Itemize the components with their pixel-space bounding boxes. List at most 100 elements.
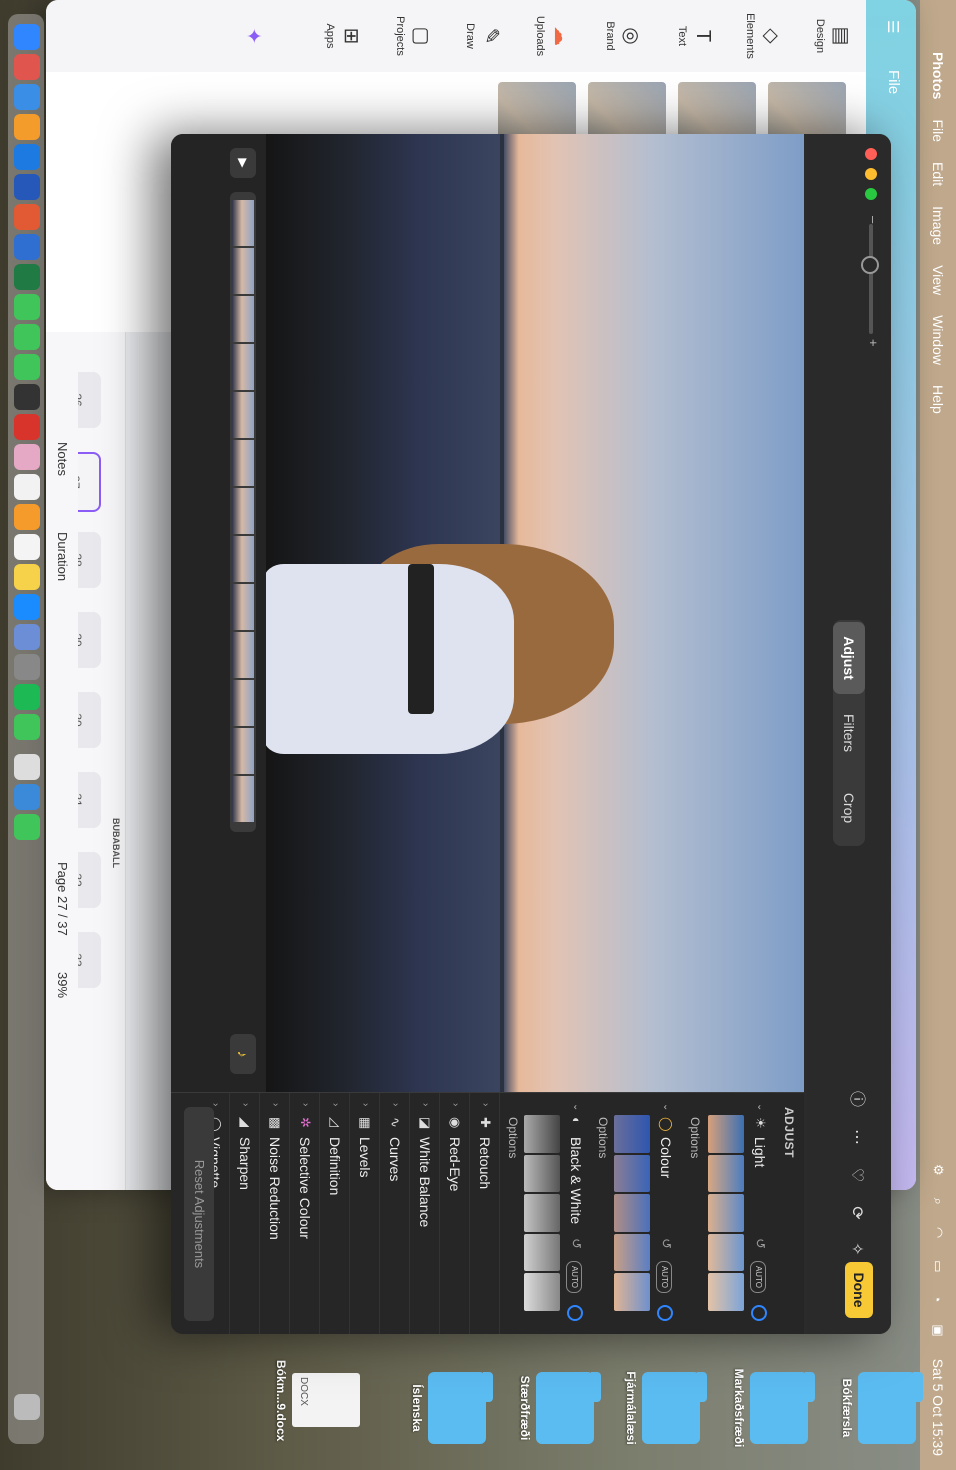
options-toggle[interactable]: Options <box>596 1117 610 1158</box>
light-preview-strip[interactable] <box>708 1115 744 1311</box>
launchpad-icon[interactable] <box>14 54 40 80</box>
spotify-icon[interactable] <box>14 684 40 710</box>
menu-view[interactable]: View <box>930 265 946 295</box>
chevron-down-icon[interactable]: ⌄ <box>661 1103 672 1111</box>
bw-preview-strip[interactable] <box>524 1115 560 1311</box>
outlook-icon[interactable] <box>14 234 40 260</box>
calculator-icon[interactable] <box>14 384 40 410</box>
settings-icon[interactable] <box>14 654 40 680</box>
photo-canvas[interactable] <box>266 134 804 1092</box>
control-center-icon[interactable]: ⚙ <box>930 1164 946 1176</box>
desktop-folder[interactable]: Íslenska <box>410 1368 486 1448</box>
search-icon[interactable]: ⌕ <box>930 1198 946 1205</box>
row-sharpen[interactable]: › ◢ Sharpen <box>229 1093 260 1334</box>
chevron-down-icon[interactable]: ⌄ <box>571 1103 582 1111</box>
favorite-icon[interactable]: ♡ <box>845 1164 867 1186</box>
auto-enhance-icon[interactable]: ✧ <box>845 1238 867 1260</box>
sidebar-item-text[interactable]: T Text <box>676 0 714 72</box>
desktop-folder[interactable]: Bókfærsla <box>840 1368 916 1448</box>
reset-adjustments-button[interactable]: Reset Adjustments <box>184 1107 214 1321</box>
row-retouch[interactable]: › ✚ Retouch <box>469 1093 500 1334</box>
magic-icon[interactable]: ✦ <box>238 0 266 72</box>
phone-icon[interactable] <box>14 354 40 380</box>
zoom-out-icon[interactable]: – <box>866 216 881 223</box>
menu-app-name[interactable]: Photos <box>930 52 946 99</box>
menu-help[interactable]: Help <box>930 385 946 414</box>
sidebar-item-draw[interactable]: ✎ Draw <box>464 0 504 72</box>
reminders-icon[interactable] <box>14 534 40 560</box>
tab-filters[interactable]: Filters <box>833 696 865 770</box>
trash-icon[interactable] <box>14 1394 40 1420</box>
row-white-balance[interactable]: › ◪ White Balance <box>409 1093 440 1334</box>
auto-button[interactable]: AUTO <box>566 1261 582 1293</box>
audio-icon[interactable]: ♪ <box>230 1034 256 1074</box>
menu-file[interactable]: File <box>930 119 946 142</box>
tab-crop[interactable]: Crop <box>833 772 865 844</box>
desktop-doc[interactable]: DOCX Bókm...9.docx <box>274 1360 360 1441</box>
close-button[interactable] <box>865 148 877 160</box>
options-toggle[interactable]: Options <box>688 1117 702 1158</box>
sidebar-item-uploads[interactable]: ☁ Uploads <box>534 0 574 72</box>
notes-button[interactable]: Notes <box>55 442 70 476</box>
mail-icon[interactable] <box>14 84 40 110</box>
row-levels[interactable]: › ▦ Levels <box>349 1093 380 1334</box>
app-store-icon[interactable] <box>14 594 40 620</box>
app-icon[interactable] <box>14 504 40 530</box>
section-label[interactable]: Black & White <box>568 1137 584 1224</box>
canva-file-menu[interactable]: File <box>885 70 902 94</box>
menu-clock[interactable]: Sat 5 Oct 15:39 <box>930 1359 946 1456</box>
app-icon[interactable] <box>14 814 40 840</box>
word-icon[interactable] <box>14 174 40 200</box>
pdf-icon[interactable] <box>14 414 40 440</box>
messages-icon[interactable] <box>14 294 40 320</box>
frame-scrubber[interactable] <box>230 192 256 832</box>
document-icon[interactable] <box>14 754 40 780</box>
auto-button[interactable]: AUTO <box>656 1261 672 1293</box>
calendar-icon[interactable] <box>14 474 40 500</box>
section-label[interactable]: Colour <box>658 1137 674 1178</box>
section-label[interactable]: Light <box>752 1137 768 1167</box>
sidebar-item-projects[interactable]: ▢ Projects <box>394 0 434 72</box>
tab-adjust[interactable]: Adjust <box>833 622 865 694</box>
battery-icon[interactable]: ▭ <box>930 1260 946 1272</box>
menu-edit[interactable]: Edit <box>930 162 946 186</box>
more-icon[interactable]: ⋯ <box>845 1126 867 1148</box>
toggle-ring[interactable] <box>751 1305 767 1321</box>
toggle-ring[interactable] <box>657 1305 673 1321</box>
row-red-eye[interactable]: › ◉ Red-Eye <box>439 1093 470 1334</box>
downloads-icon[interactable] <box>14 784 40 810</box>
powerpoint-icon[interactable] <box>14 204 40 230</box>
revert-icon[interactable]: ↺ <box>752 1238 768 1249</box>
revert-icon[interactable]: ↺ <box>568 1238 584 1249</box>
menu-image[interactable]: Image <box>930 206 946 245</box>
auto-button[interactable]: AUTO <box>750 1261 766 1293</box>
zoom-slider-knob[interactable] <box>861 256 879 274</box>
info-icon[interactable]: ⓘ <box>845 1088 867 1110</box>
row-vignette[interactable]: › ◯ Vignette <box>207 1093 230 1334</box>
zoom-slider[interactable] <box>869 224 873 334</box>
row-selective-colour[interactable]: › ✲ Selective Colour <box>289 1093 320 1334</box>
desktop-folder[interactable]: Fjármálalæsi <box>624 1368 700 1448</box>
row-curves[interactable]: › ∿ Curves <box>379 1093 410 1334</box>
minimize-button[interactable] <box>865 168 877 180</box>
revert-icon[interactable]: ↺ <box>658 1238 674 1249</box>
screen-icon[interactable]: ▣ <box>930 1324 946 1336</box>
wifi-icon[interactable]: ◠ <box>930 1227 946 1238</box>
toggle-ring[interactable] <box>567 1305 583 1321</box>
hamburger-icon[interactable]: ☰ <box>884 20 902 33</box>
whatsapp-icon[interactable] <box>14 714 40 740</box>
notes-icon[interactable] <box>14 564 40 590</box>
chevron-down-icon[interactable]: ⌄ <box>755 1103 766 1111</box>
duration-button[interactable]: Duration <box>55 532 70 581</box>
row-definition[interactable]: › ◿ Definition <box>319 1093 350 1334</box>
zoom-in-icon[interactable]: + <box>866 339 881 347</box>
sidebar-item-elements[interactable]: ◇ Elements <box>744 0 784 72</box>
desktop-folder[interactable]: Stærðfræði <box>518 1368 594 1448</box>
options-toggle[interactable]: Options <box>506 1117 520 1158</box>
zoom-button[interactable] <box>865 188 877 200</box>
play-button[interactable]: ▶ <box>230 148 256 178</box>
menu-window[interactable]: Window <box>930 315 946 365</box>
done-button[interactable]: Done <box>845 1262 873 1318</box>
desktop-folder[interactable]: Markaðsfræði <box>732 1368 808 1448</box>
excel-icon[interactable] <box>14 264 40 290</box>
